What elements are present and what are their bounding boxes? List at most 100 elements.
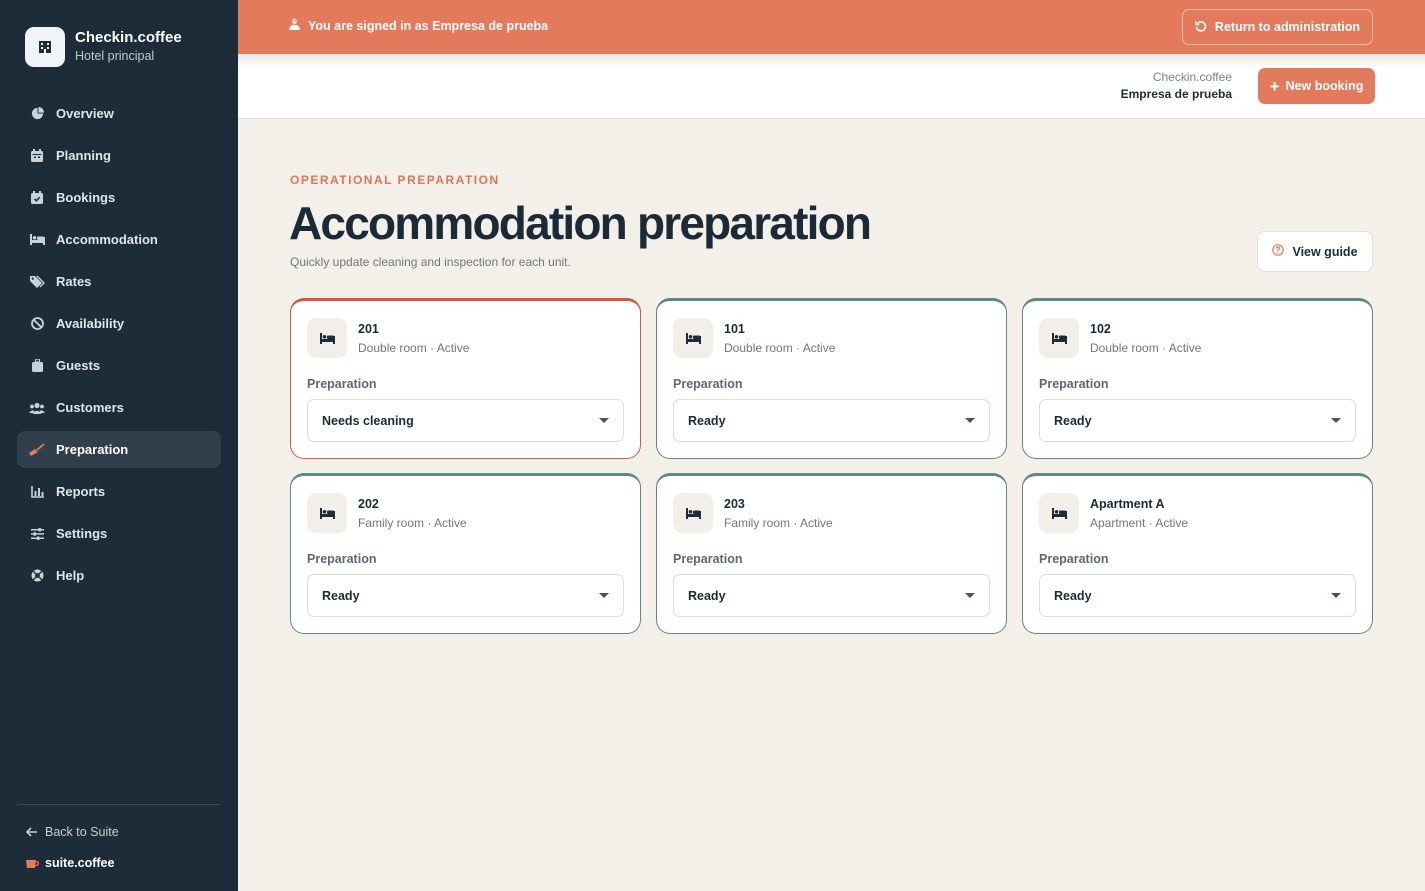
sidebar-item-preparation[interactable]: Preparation bbox=[17, 431, 221, 468]
calendar-check-icon bbox=[29, 190, 45, 206]
page-subtitle: Quickly update cleaning and inspection f… bbox=[290, 255, 571, 269]
chevron-down-icon bbox=[965, 418, 975, 423]
sidebar-item-accommodation[interactable]: Accommodation bbox=[17, 221, 221, 258]
chevron-down-icon bbox=[1331, 418, 1341, 423]
sidebar-divider bbox=[17, 804, 221, 805]
preparation-value: Ready bbox=[322, 588, 360, 603]
return-to-administration-label: Return to administration bbox=[1214, 20, 1361, 34]
suitcase-icon bbox=[29, 358, 45, 374]
sidebar-item-label: Bookings bbox=[56, 190, 116, 205]
sidebar-item-label: Preparation bbox=[56, 442, 129, 457]
unit-meta: Apartment · Active bbox=[1090, 516, 1189, 530]
unit-name: 102 bbox=[1090, 322, 1111, 336]
sidebar-item-guests[interactable]: Guests bbox=[17, 347, 221, 384]
bed-icon bbox=[29, 232, 45, 248]
chevron-down-icon bbox=[599, 593, 609, 598]
back-to-suite-link[interactable]: Back to Suite bbox=[25, 824, 119, 840]
banner-shadow bbox=[238, 54, 1425, 68]
page-eyebrow: OPERATIONAL PREPARATION bbox=[290, 173, 500, 187]
bed-icon bbox=[673, 318, 713, 358]
unit-meta: Family room · Active bbox=[724, 516, 833, 530]
preparation-value: Ready bbox=[1054, 588, 1092, 603]
sidebar-item-availability[interactable]: Availability bbox=[17, 305, 221, 342]
chevron-down-icon bbox=[1331, 593, 1341, 598]
unit-card: 102 Double room · Active Preparation Rea… bbox=[1022, 298, 1373, 459]
preparation-select[interactable]: Ready bbox=[673, 399, 990, 442]
sidebar-item-reports[interactable]: Reports bbox=[17, 473, 221, 510]
preparation-select[interactable]: Ready bbox=[307, 574, 624, 617]
unit-name: 203 bbox=[724, 497, 745, 511]
sidebar-item-label: Availability bbox=[56, 316, 125, 331]
unit-grid: 201 Double room · Active Preparation Nee… bbox=[290, 298, 1373, 634]
bed-icon bbox=[307, 493, 347, 533]
sidebar-item-label: Overview bbox=[56, 106, 114, 121]
unit-card: 203 Family room · Active Preparation Rea… bbox=[656, 473, 1007, 634]
bed-icon bbox=[1039, 318, 1079, 358]
unit-name: Apartment A bbox=[1090, 497, 1165, 511]
page-title: Accommodation preparation bbox=[289, 197, 872, 249]
suite-label: suite.coffee bbox=[45, 856, 115, 870]
question-circle-icon bbox=[1272, 244, 1285, 259]
undo-icon bbox=[1194, 20, 1207, 35]
sidebar: Checkin.coffee Hotel principal Overview … bbox=[0, 0, 238, 891]
unit-card: 201 Double room · Active Preparation Nee… bbox=[290, 298, 641, 459]
account-info: Checkin.coffee Empresa de prueba bbox=[1121, 69, 1232, 103]
sidebar-item-help[interactable]: Help bbox=[17, 557, 221, 594]
sidebar-item-planning[interactable]: Planning bbox=[17, 137, 221, 174]
hotel-logo-icon bbox=[25, 27, 65, 67]
tags-icon bbox=[29, 274, 45, 290]
sidebar-item-label: Guests bbox=[56, 358, 101, 373]
bed-icon bbox=[1039, 493, 1079, 533]
view-guide-label: View guide bbox=[1292, 244, 1358, 259]
users-icon bbox=[29, 400, 45, 416]
unit-name: 201 bbox=[358, 322, 379, 336]
preparation-select[interactable]: Ready bbox=[673, 574, 990, 617]
bar-chart-icon bbox=[29, 484, 45, 500]
pie-chart-icon bbox=[29, 106, 45, 122]
return-to-administration-button[interactable]: Return to administration bbox=[1182, 9, 1373, 45]
sidebar-nav: Overview Planning Bookings Accommodation… bbox=[17, 95, 221, 599]
sidebar-item-overview[interactable]: Overview bbox=[17, 95, 221, 132]
ban-icon bbox=[29, 316, 45, 332]
plus-icon: + bbox=[1269, 76, 1280, 96]
sidebar-item-settings[interactable]: Settings bbox=[17, 515, 221, 552]
sidebar-item-label: Accommodation bbox=[56, 232, 158, 247]
sidebar-item-rates[interactable]: Rates bbox=[17, 263, 221, 300]
view-guide-button[interactable]: View guide bbox=[1257, 231, 1373, 272]
arrow-left-icon bbox=[25, 824, 39, 840]
unit-meta: Double room · Active bbox=[1090, 341, 1202, 355]
coffee-cup-icon bbox=[25, 855, 39, 871]
preparation-select[interactable]: Ready bbox=[1039, 399, 1356, 442]
broom-icon bbox=[29, 442, 45, 458]
account-app-name: Checkin.coffee bbox=[1152, 70, 1232, 84]
brand[interactable]: Checkin.coffee Hotel principal bbox=[25, 27, 182, 67]
user-secret-icon bbox=[289, 18, 300, 33]
account-org-name: Empresa de prueba bbox=[1120, 87, 1232, 101]
new-booking-label: New booking bbox=[1285, 79, 1364, 93]
sidebar-item-label: Settings bbox=[56, 526, 108, 541]
impersonation-banner: You are signed in as Empresa de prueba R… bbox=[238, 0, 1425, 54]
unit-meta: Double room · Active bbox=[358, 341, 470, 355]
sliders-icon bbox=[29, 526, 45, 542]
preparation-select[interactable]: Ready bbox=[1039, 574, 1356, 617]
bed-icon bbox=[307, 318, 347, 358]
unit-meta: Family room · Active bbox=[358, 516, 467, 530]
preparation-value: Ready bbox=[688, 588, 726, 603]
brand-subtitle: Hotel principal bbox=[75, 49, 155, 63]
sidebar-item-label: Planning bbox=[56, 148, 111, 163]
preparation-label: Preparation bbox=[673, 552, 743, 566]
suite-brand[interactable]: suite.coffee bbox=[25, 855, 114, 871]
unit-card: 202 Family room · Active Preparation Rea… bbox=[290, 473, 641, 634]
preparation-value: Needs cleaning bbox=[322, 413, 414, 428]
sidebar-item-bookings[interactable]: Bookings bbox=[17, 179, 221, 216]
sidebar-item-label: Help bbox=[56, 568, 85, 583]
preparation-label: Preparation bbox=[673, 377, 743, 391]
unit-card: Apartment A Apartment · Active Preparati… bbox=[1022, 473, 1373, 634]
sidebar-item-label: Customers bbox=[56, 400, 124, 415]
new-booking-button[interactable]: + New booking bbox=[1258, 68, 1375, 104]
unit-name: 202 bbox=[358, 497, 379, 511]
sidebar-item-label: Reports bbox=[56, 484, 106, 499]
unit-card: 101 Double room · Active Preparation Rea… bbox=[656, 298, 1007, 459]
preparation-select[interactable]: Needs cleaning bbox=[307, 399, 624, 442]
sidebar-item-customers[interactable]: Customers bbox=[17, 389, 221, 426]
